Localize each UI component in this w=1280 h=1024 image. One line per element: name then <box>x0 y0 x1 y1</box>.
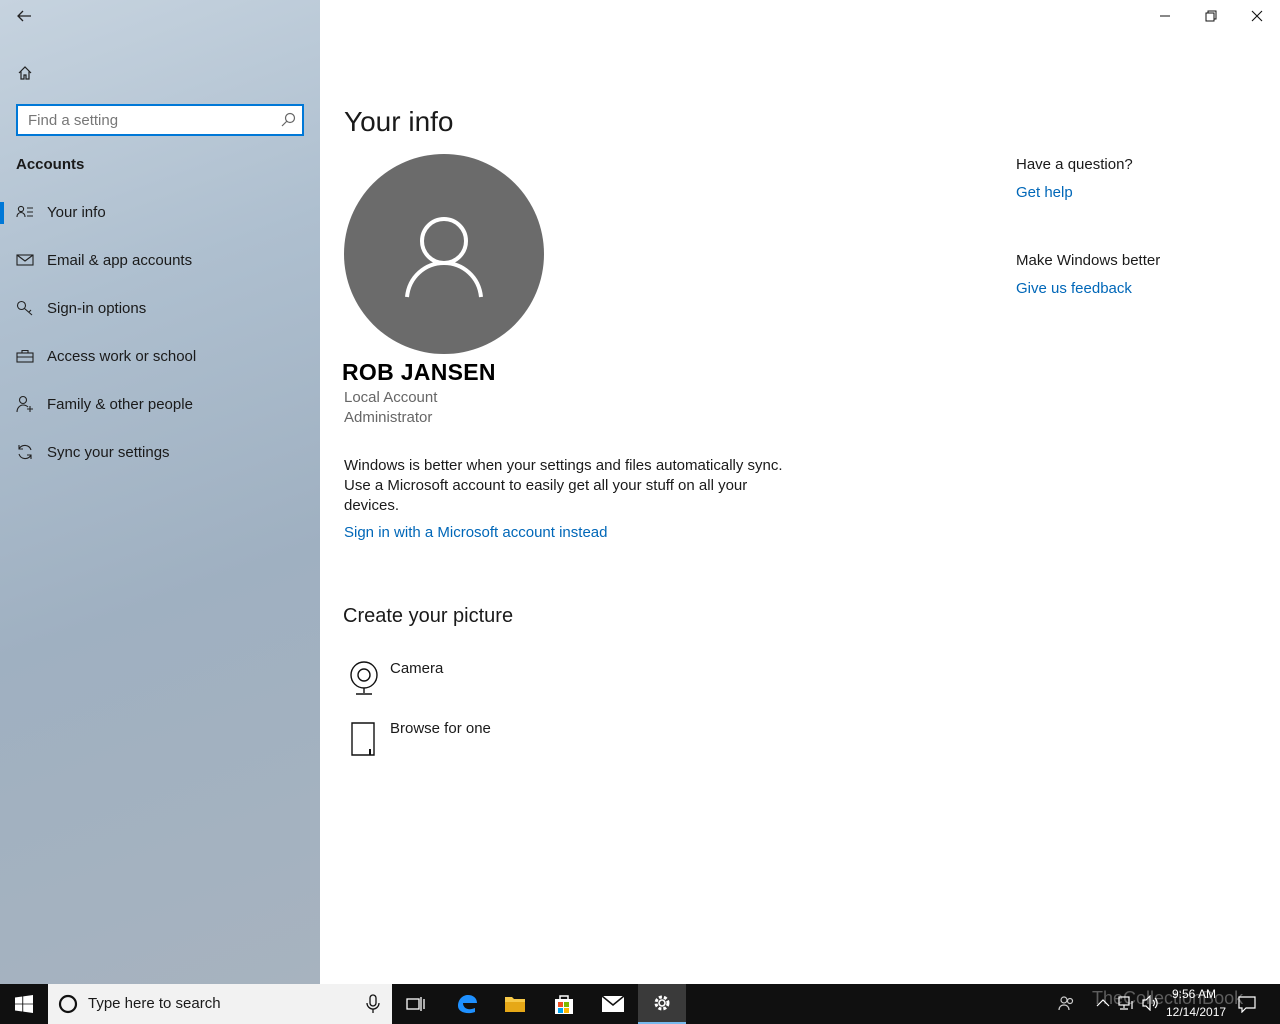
file-icon <box>346 720 382 758</box>
option-label: Camera <box>390 660 444 677</box>
sidebar-item-label: Sync your settings <box>47 443 170 461</box>
person-add-icon <box>16 395 34 413</box>
restore-icon[interactable] <box>1188 0 1234 32</box>
account-role: Administrator <box>344 409 433 426</box>
camera-icon <box>346 660 382 698</box>
sync-icon <box>16 443 34 461</box>
sync-message: Windows is better when your settings and… <box>344 457 783 514</box>
edge-browser-icon[interactable] <box>443 984 491 1024</box>
section-title: Accounts <box>16 156 85 173</box>
question-heading: Have a question? <box>1016 156 1133 173</box>
taskbar-search[interactable]: Type here to search <box>48 984 392 1024</box>
camera-option[interactable]: Camera <box>344 660 644 700</box>
clock-time[interactable]: 9:56 AM <box>1172 987 1216 1001</box>
store-icon[interactable] <box>540 984 588 1024</box>
ms-account-link[interactable]: Sign in with a Microsoft account instead <box>344 524 607 541</box>
chevron-up-icon[interactable] <box>1096 996 1110 1015</box>
browse-option[interactable]: Browse for one <box>344 720 644 760</box>
network-icon[interactable] <box>1118 995 1136 1016</box>
close-icon[interactable] <box>1234 0 1280 32</box>
volume-icon[interactable] <box>1142 994 1160 1016</box>
people-icon[interactable] <box>1058 994 1076 1017</box>
windows-start-icon[interactable] <box>0 984 48 1024</box>
mail-app-icon[interactable] <box>589 984 637 1024</box>
account-type: Local Account <box>344 389 438 406</box>
cortana-icon[interactable] <box>58 994 78 1019</box>
task-view-icon[interactable] <box>392 984 440 1024</box>
back-arrow-icon[interactable] <box>14 6 34 26</box>
microphone-icon[interactable] <box>366 994 380 1019</box>
avatar <box>344 154 544 354</box>
taskbar-search-text: Type here to search <box>88 995 221 1012</box>
search-setting-box[interactable] <box>16 104 304 136</box>
sidebar-item-access-work[interactable]: Access work or school <box>0 336 320 376</box>
settings-gear-icon[interactable] <box>638 984 686 1024</box>
sidebar-item-sync[interactable]: Sync your settings <box>0 432 320 472</box>
action-center-icon[interactable] <box>1238 995 1256 1018</box>
person-card-icon <box>16 203 34 221</box>
file-explorer-icon[interactable] <box>491 984 539 1024</box>
home-icon[interactable] <box>15 63 35 83</box>
clock-date[interactable]: 12/14/2017 <box>1166 1005 1226 1019</box>
option-label: Browse for one <box>390 720 491 737</box>
sidebar-item-label: Your info <box>47 203 106 221</box>
sidebar-item-your-info[interactable]: Your info <box>0 192 320 232</box>
feedback-heading: Make Windows better <box>1016 252 1161 269</box>
get-help-link[interactable]: Get help <box>1016 184 1073 201</box>
search-input[interactable] <box>18 106 268 134</box>
sidebar-item-label: Family & other people <box>47 395 193 413</box>
sidebar: Accounts Your info Email & app accounts … <box>0 0 320 984</box>
create-picture-heading: Create your picture <box>343 605 514 627</box>
feedback-link[interactable]: Give us feedback <box>1016 280 1132 297</box>
sidebar-item-email-accounts[interactable]: Email & app accounts <box>0 240 320 280</box>
briefcase-icon <box>16 347 34 365</box>
user-name: ROB JANSEN <box>342 359 496 385</box>
search-icon[interactable] <box>280 112 296 133</box>
main-content: Your info ROB JANSEN Local Account Admin… <box>320 0 1280 984</box>
user-icon <box>405 217 483 298</box>
sidebar-item-sign-in-options[interactable]: Sign-in options <box>0 288 320 328</box>
sidebar-item-label: Email & app accounts <box>47 251 193 269</box>
page-title: Your info <box>344 106 454 137</box>
minimize-icon[interactable] <box>1142 0 1188 32</box>
sidebar-item-family[interactable]: Family & other people <box>0 384 320 424</box>
sidebar-item-label: Sign-in options <box>47 299 147 317</box>
key-icon <box>16 299 34 317</box>
taskbar: Type here to search TheCollectionBook 9:… <box>0 984 1280 1024</box>
sidebar-item-label: Access work or school <box>47 347 197 365</box>
mail-icon <box>16 251 34 269</box>
